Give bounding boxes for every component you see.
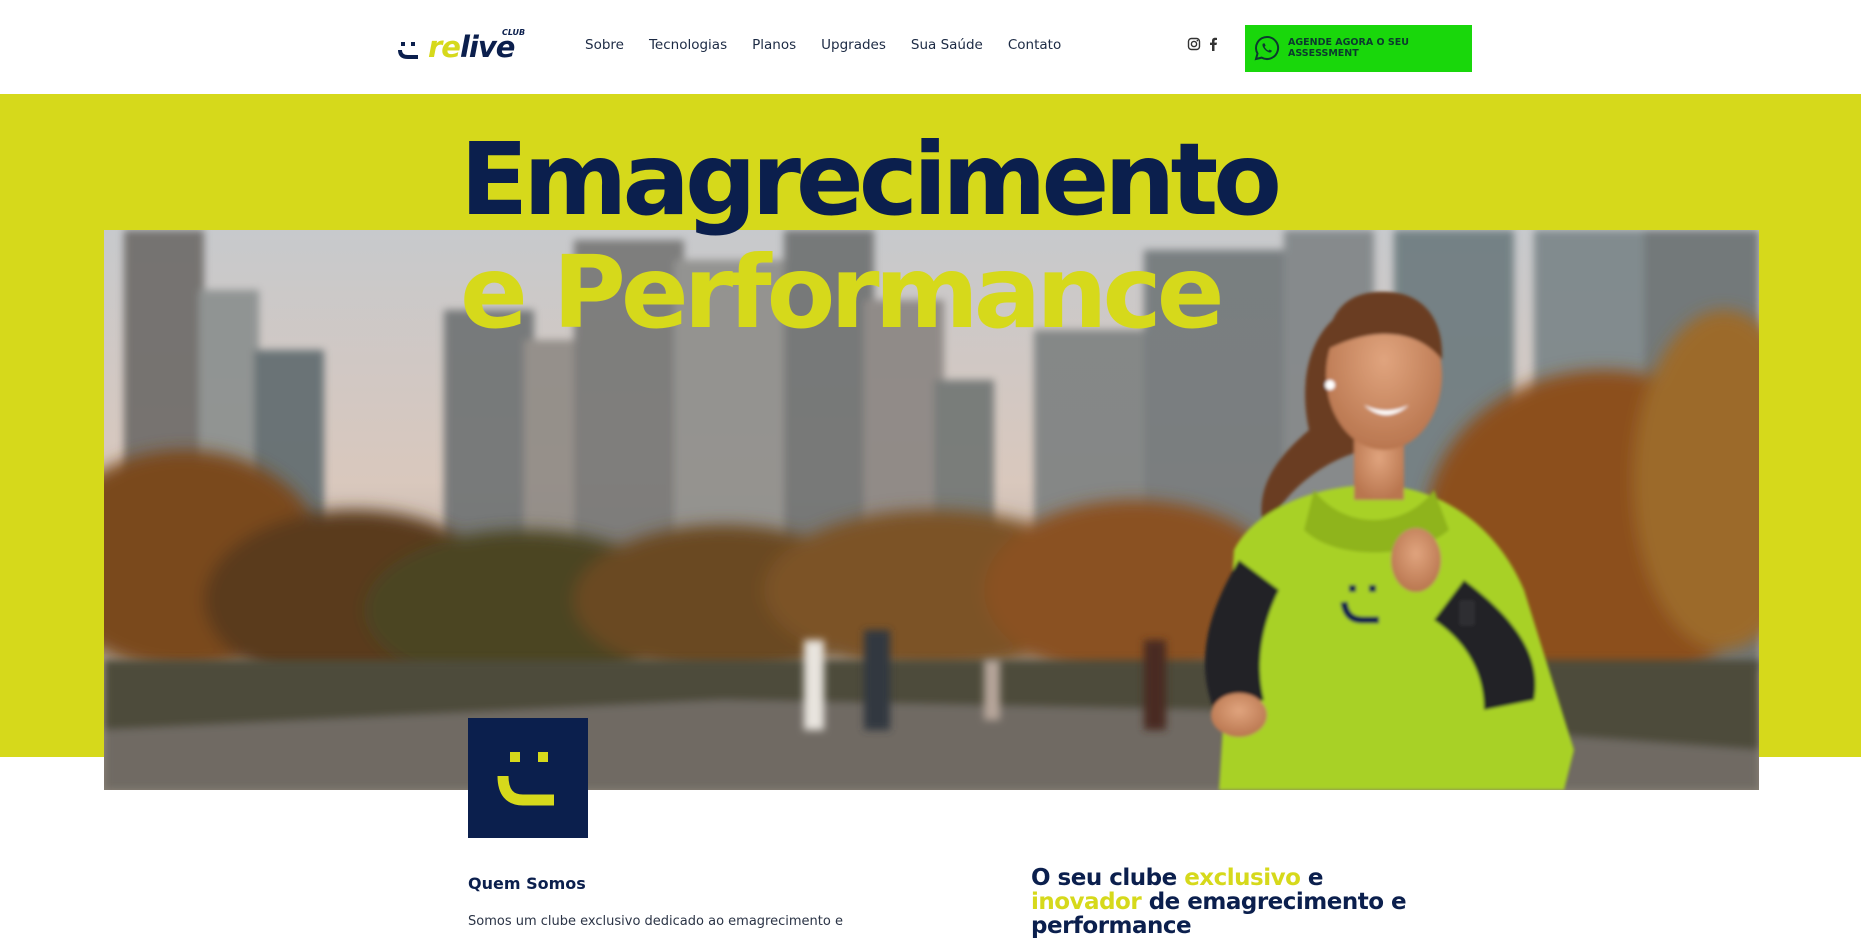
facebook-icon[interactable]: [1208, 37, 1222, 53]
cta-label: AGENDE AGORA O SEU ASSESSMENT: [1288, 37, 1409, 59]
site-logo[interactable]: relive CLUB: [398, 28, 528, 64]
headline-part-3: e: [1300, 865, 1324, 891]
main-nav: Sobre Tecnologias Planos Upgrades Sua Sa…: [585, 37, 1086, 53]
nav-item-planos[interactable]: Planos: [752, 37, 796, 53]
schedule-assessment-button[interactable]: AGENDE AGORA O SEU ASSESSMENT: [1245, 25, 1472, 72]
hero-title-line1: Emagrecimento: [460, 121, 1282, 238]
instagram-icon[interactable]: [1187, 37, 1201, 53]
logo-club: CLUB: [502, 28, 526, 37]
nav-item-sua-saude[interactable]: Sua Saúde: [911, 37, 983, 53]
whatsapp-icon: [1254, 35, 1279, 61]
headline-part-1: O seu clube: [1031, 865, 1185, 891]
about-title: Quem Somos: [468, 874, 586, 893]
nav-item-contato[interactable]: Contato: [1008, 37, 1061, 53]
nav-item-tecnologias[interactable]: Tecnologias: [649, 37, 727, 53]
hero-title-line2: e Performance: [460, 234, 1225, 351]
headline-highlight-inovador: inovador: [1031, 889, 1142, 915]
smiley-logo-tile: [468, 718, 588, 838]
smiley-logo-icon: [398, 42, 418, 59]
social-links: [1187, 37, 1222, 53]
smiley-logo-icon: [497, 752, 554, 806]
nav-item-upgrades[interactable]: Upgrades: [821, 37, 886, 53]
nav-item-sobre[interactable]: Sobre: [585, 37, 624, 53]
logo-re: re: [428, 30, 461, 64]
headline-highlight-exclusivo: exclusivo: [1184, 865, 1301, 891]
about-text: Somos um clube exclusivo dedicado ao ema…: [468, 914, 843, 929]
site-header: relive CLUB Sobre Tecnologias Planos Upg…: [0, 0, 1861, 94]
section-headline: O seu clube exclusivo e inovador de emag…: [1031, 866, 1411, 938]
